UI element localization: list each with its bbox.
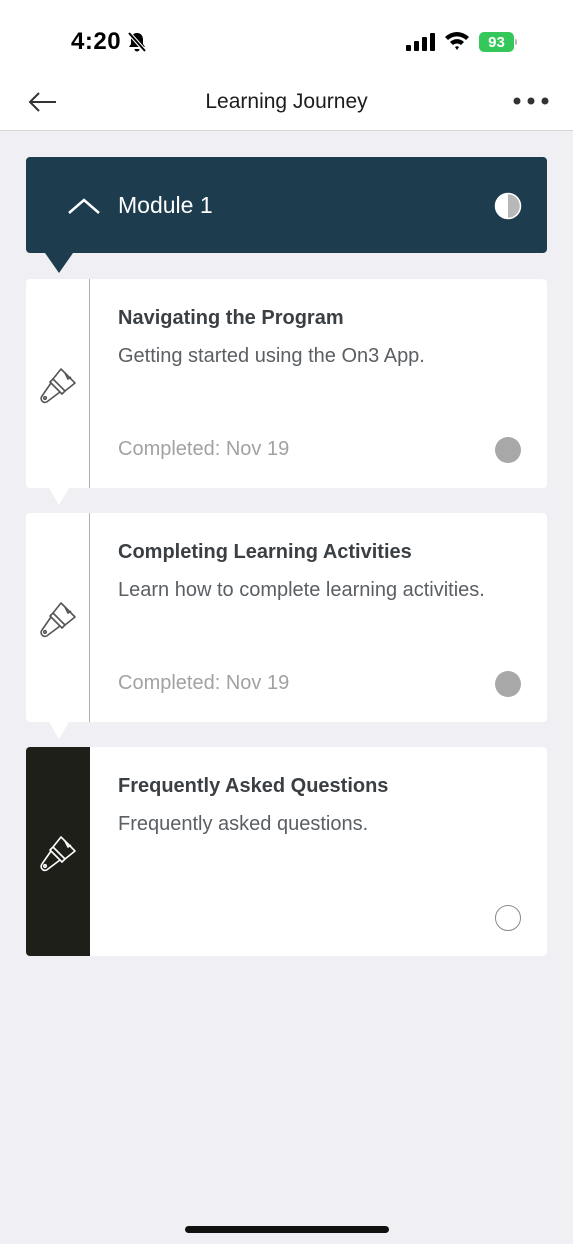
activity-card[interactable]: Navigating the Program Getting started u…: [26, 279, 547, 488]
activity-description: Frequently asked questions.: [118, 813, 369, 835]
status-bar: 4:20 93: [0, 0, 573, 78]
paintbrush-icon: [40, 602, 76, 638]
status-time: 4:20: [71, 28, 122, 55]
activity-description: Learn how to complete learning activitie…: [118, 579, 485, 601]
wifi-icon: [445, 32, 469, 50]
card-pointer: [49, 488, 69, 505]
more-horizontal-icon[interactable]: [512, 96, 550, 106]
module-title: Module 1: [118, 192, 213, 218]
chevron-up-icon: [68, 198, 100, 214]
half-circle-icon: [494, 192, 522, 220]
activity-card-current[interactable]: Frequently Asked Questions Frequently as…: [26, 747, 547, 956]
activity-rail: [26, 513, 90, 722]
activity-rail: [26, 747, 90, 956]
activity-title: Completing Learning Activities: [118, 541, 412, 563]
activity-status: Completed: Nov 19: [118, 672, 290, 694]
activity-card[interactable]: Completing Learning Activities Learn how…: [26, 513, 547, 722]
battery-level: 93: [479, 32, 514, 52]
home-indicator[interactable]: [185, 1226, 389, 1233]
paintbrush-icon: [40, 368, 76, 404]
completion-indicator: [495, 437, 521, 463]
bell-slash-icon: [127, 31, 147, 53]
activity-title: Frequently Asked Questions: [118, 775, 389, 797]
activity-title: Navigating the Program: [118, 307, 344, 329]
card-pointer: [49, 722, 69, 739]
module-header[interactable]: Module 1: [26, 157, 547, 253]
completion-indicator: [495, 671, 521, 697]
cellular-signal-icon: [406, 33, 435, 51]
battery-cap: [515, 39, 517, 45]
nav-header: Learning Journey: [0, 78, 573, 131]
paintbrush-icon: [40, 836, 76, 872]
page-title: Learning Journey: [205, 90, 368, 113]
activity-rail: [26, 279, 90, 488]
completion-indicator: [495, 905, 521, 931]
activity-status: Completed: Nov 19: [118, 438, 290, 460]
battery-indicator: 93: [479, 32, 517, 52]
module-pointer: [45, 253, 73, 273]
activity-description: Getting started using the On3 App.: [118, 345, 425, 367]
